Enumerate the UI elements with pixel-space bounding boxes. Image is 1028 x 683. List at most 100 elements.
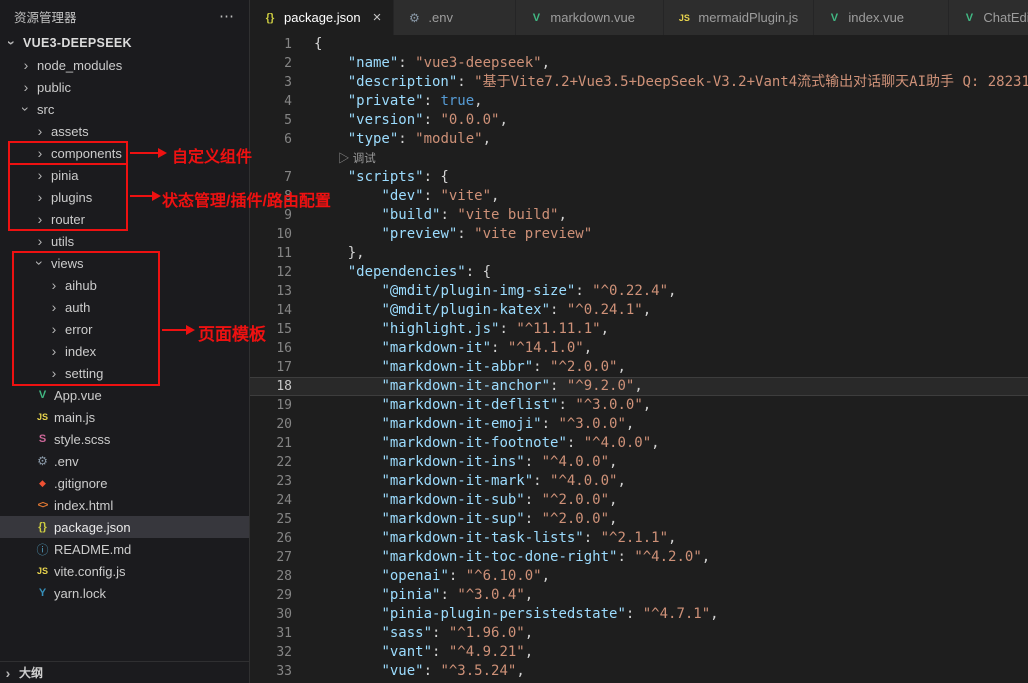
code-line-16[interactable]: 16 "markdown-it": "^14.1.0",	[250, 339, 1028, 358]
code-line-1[interactable]: 1{	[250, 35, 1028, 54]
code-line-33[interactable]: 33 "vue": "^3.5.24",	[250, 662, 1028, 681]
tree-item-auth[interactable]: ›auth	[0, 296, 249, 318]
code-line-21[interactable]: 21 "markdown-it-footnote": "^4.0.0",	[250, 434, 1028, 453]
tree-item-.env[interactable]: ⚙.env	[0, 450, 249, 472]
code-line-25[interactable]: 25 "markdown-it-sup": "^2.0.0",	[250, 510, 1028, 529]
tab-package.json[interactable]: {}package.json×	[250, 0, 394, 35]
line-number: 32	[250, 643, 314, 662]
codelens-row[interactable]: ▷ 调试	[250, 149, 1028, 168]
line-number: 21	[250, 434, 314, 453]
code-line-6[interactable]: 6 "type": "module",	[250, 130, 1028, 149]
tree-item-App.vue[interactable]: VApp.vue	[0, 384, 249, 406]
project-root-item[interactable]: › VUE3-DEEPSEEK	[0, 32, 249, 54]
code-line-20[interactable]: 20 "markdown-it-emoji": "^3.0.0",	[250, 415, 1028, 434]
tree-item-plugins[interactable]: ›plugins	[0, 186, 249, 208]
tree-item-router[interactable]: ›router	[0, 208, 249, 230]
more-actions-icon[interactable]: ⋯	[219, 7, 235, 25]
chevron-right-icon: ›	[46, 274, 62, 296]
json-icon: {}	[262, 12, 278, 24]
code-line-7[interactable]: 7 "scripts": {	[250, 168, 1028, 187]
line-number: 29	[250, 586, 314, 605]
tree-item-label: auth	[65, 300, 90, 315]
line-number: 9	[250, 206, 314, 225]
close-icon[interactable]: ×	[373, 10, 382, 25]
code-line-30[interactable]: 30 "pinia-plugin-persistedstate": "^4.7.…	[250, 605, 1028, 624]
code-line-4[interactable]: 4 "private": true,	[250, 92, 1028, 111]
code-line-27[interactable]: 27 "markdown-it-toc-done-right": "^4.2.0…	[250, 548, 1028, 567]
tree-item-label: style.scss	[54, 432, 110, 447]
tree-item-components[interactable]: ›components	[0, 142, 249, 164]
code-line-13[interactable]: 13 "@mdit/plugin-img-size": "^0.22.4",	[250, 282, 1028, 301]
tree-item-README.md[interactable]: ⓘREADME.md	[0, 538, 249, 560]
line-number: 28	[250, 567, 314, 586]
tree-item-error[interactable]: ›error	[0, 318, 249, 340]
tree-item-label: pinia	[51, 168, 78, 183]
tab-markdown.vue[interactable]: Vmarkdown.vue	[516, 0, 664, 35]
code-line-content: "markdown-it-abbr": "^2.0.0",	[314, 358, 626, 377]
tree-item-aihub[interactable]: ›aihub	[0, 274, 249, 296]
tab-ChatEditor.vue[interactable]: VChatEditor.vue	[949, 0, 1028, 35]
debug-codelens[interactable]: ▷ 调试	[338, 153, 376, 165]
code-line-29[interactable]: 29 "pinia": "^3.0.4",	[250, 586, 1028, 605]
code-line-12[interactable]: 12 "dependencies": {	[250, 263, 1028, 282]
tab-mermaidPlugin.js[interactable]: JSmermaidPlugin.js	[664, 0, 814, 35]
code-line-5[interactable]: 5 "version": "0.0.0",	[250, 111, 1028, 130]
chevron-right-icon: ›	[46, 340, 62, 362]
code-line-content: "vant": "^4.9.21",	[314, 643, 533, 662]
tree-item-src[interactable]: ›src	[0, 98, 249, 120]
code-line-18[interactable]: 18 "markdown-it-anchor": "^9.2.0",	[250, 377, 1028, 396]
tree-item-public[interactable]: ›public	[0, 76, 249, 98]
tab-.env[interactable]: ⚙.env	[394, 0, 516, 35]
tree-item-style.scss[interactable]: Sstyle.scss	[0, 428, 249, 450]
tree-item-main.js[interactable]: JSmain.js	[0, 406, 249, 428]
tree-item-label: README.md	[54, 542, 131, 557]
chevron-right-icon: ›	[32, 230, 48, 252]
js-file-icon: JS	[34, 412, 51, 422]
code-line-23[interactable]: 23 "markdown-it-mark": "^4.0.0",	[250, 472, 1028, 491]
tab-index.vue[interactable]: Vindex.vue	[814, 0, 949, 35]
tree-item-node_modules[interactable]: ›node_modules	[0, 54, 249, 76]
code-line-15[interactable]: 15 "highlight.js": "^11.11.1",	[250, 320, 1028, 339]
tree-item-index.html[interactable]: <>index.html	[0, 494, 249, 516]
tree-item-yarn.lock[interactable]: Yyarn.lock	[0, 582, 249, 604]
project-root-label: VUE3-DEEPSEEK	[23, 36, 132, 50]
code-line-31[interactable]: 31 "sass": "^1.96.0",	[250, 624, 1028, 643]
tree-item-.gitignore[interactable]: ◆.gitignore	[0, 472, 249, 494]
code-editor[interactable]: 1{2 "name": "vue3-deepseek",3 "descripti…	[250, 35, 1028, 683]
tree-item-label: index	[65, 344, 96, 359]
outline-section-header[interactable]: › 大纲	[0, 661, 249, 683]
code-line-8[interactable]: 8 "dev": "vite",	[250, 187, 1028, 206]
code-line-content: "markdown-it-mark": "^4.0.0",	[314, 472, 626, 491]
code-line-3[interactable]: 3 "description": "基于Vite7.2+Vue3.5+DeepS…	[250, 73, 1028, 92]
tree-item-utils[interactable]: ›utils	[0, 230, 249, 252]
tree-item-vite.config.js[interactable]: JSvite.config.js	[0, 560, 249, 582]
code-line-22[interactable]: 22 "markdown-it-ins": "^4.0.0",	[250, 453, 1028, 472]
code-line-11[interactable]: 11 },	[250, 244, 1028, 263]
tree-item-package.json[interactable]: {}package.json	[0, 516, 249, 538]
tree-item-assets[interactable]: ›assets	[0, 120, 249, 142]
tree-item-index[interactable]: ›index	[0, 340, 249, 362]
code-line-content: "markdown-it-deflist": "^3.0.0",	[314, 396, 651, 415]
code-line-14[interactable]: 14 "@mdit/plugin-katex": "^0.24.1",	[250, 301, 1028, 320]
code-line-content: "markdown-it": "^14.1.0",	[314, 339, 592, 358]
code-line-26[interactable]: 26 "markdown-it-task-lists": "^2.1.1",	[250, 529, 1028, 548]
tree-item-pinia[interactable]: ›pinia	[0, 164, 249, 186]
vscode-window: 资源管理器 ⋯ › VUE3-DEEPSEEK ›node_modules›pu…	[0, 0, 1028, 683]
tree-item-label: package.json	[54, 520, 131, 535]
code-line-19[interactable]: 19 "markdown-it-deflist": "^3.0.0",	[250, 396, 1028, 415]
tree-item-setting[interactable]: ›setting	[0, 362, 249, 384]
chevron-right-icon: ›	[0, 662, 16, 683]
code-line-17[interactable]: 17 "markdown-it-abbr": "^2.0.0",	[250, 358, 1028, 377]
tree-item-label: views	[51, 256, 84, 271]
vue-icon: V	[961, 12, 977, 24]
tree-item-views[interactable]: ›views	[0, 252, 249, 274]
code-line-9[interactable]: 9 "build": "vite build",	[250, 206, 1028, 225]
tree-item-label: App.vue	[54, 388, 102, 403]
code-line-32[interactable]: 32 "vant": "^4.9.21",	[250, 643, 1028, 662]
tree-item-label: setting	[65, 366, 103, 381]
html-file-icon: <>	[34, 500, 51, 511]
code-line-24[interactable]: 24 "markdown-it-sub": "^2.0.0",	[250, 491, 1028, 510]
code-line-10[interactable]: 10 "preview": "vite preview"	[250, 225, 1028, 244]
code-line-28[interactable]: 28 "openai": "^6.10.0",	[250, 567, 1028, 586]
code-line-2[interactable]: 2 "name": "vue3-deepseek",	[250, 54, 1028, 73]
